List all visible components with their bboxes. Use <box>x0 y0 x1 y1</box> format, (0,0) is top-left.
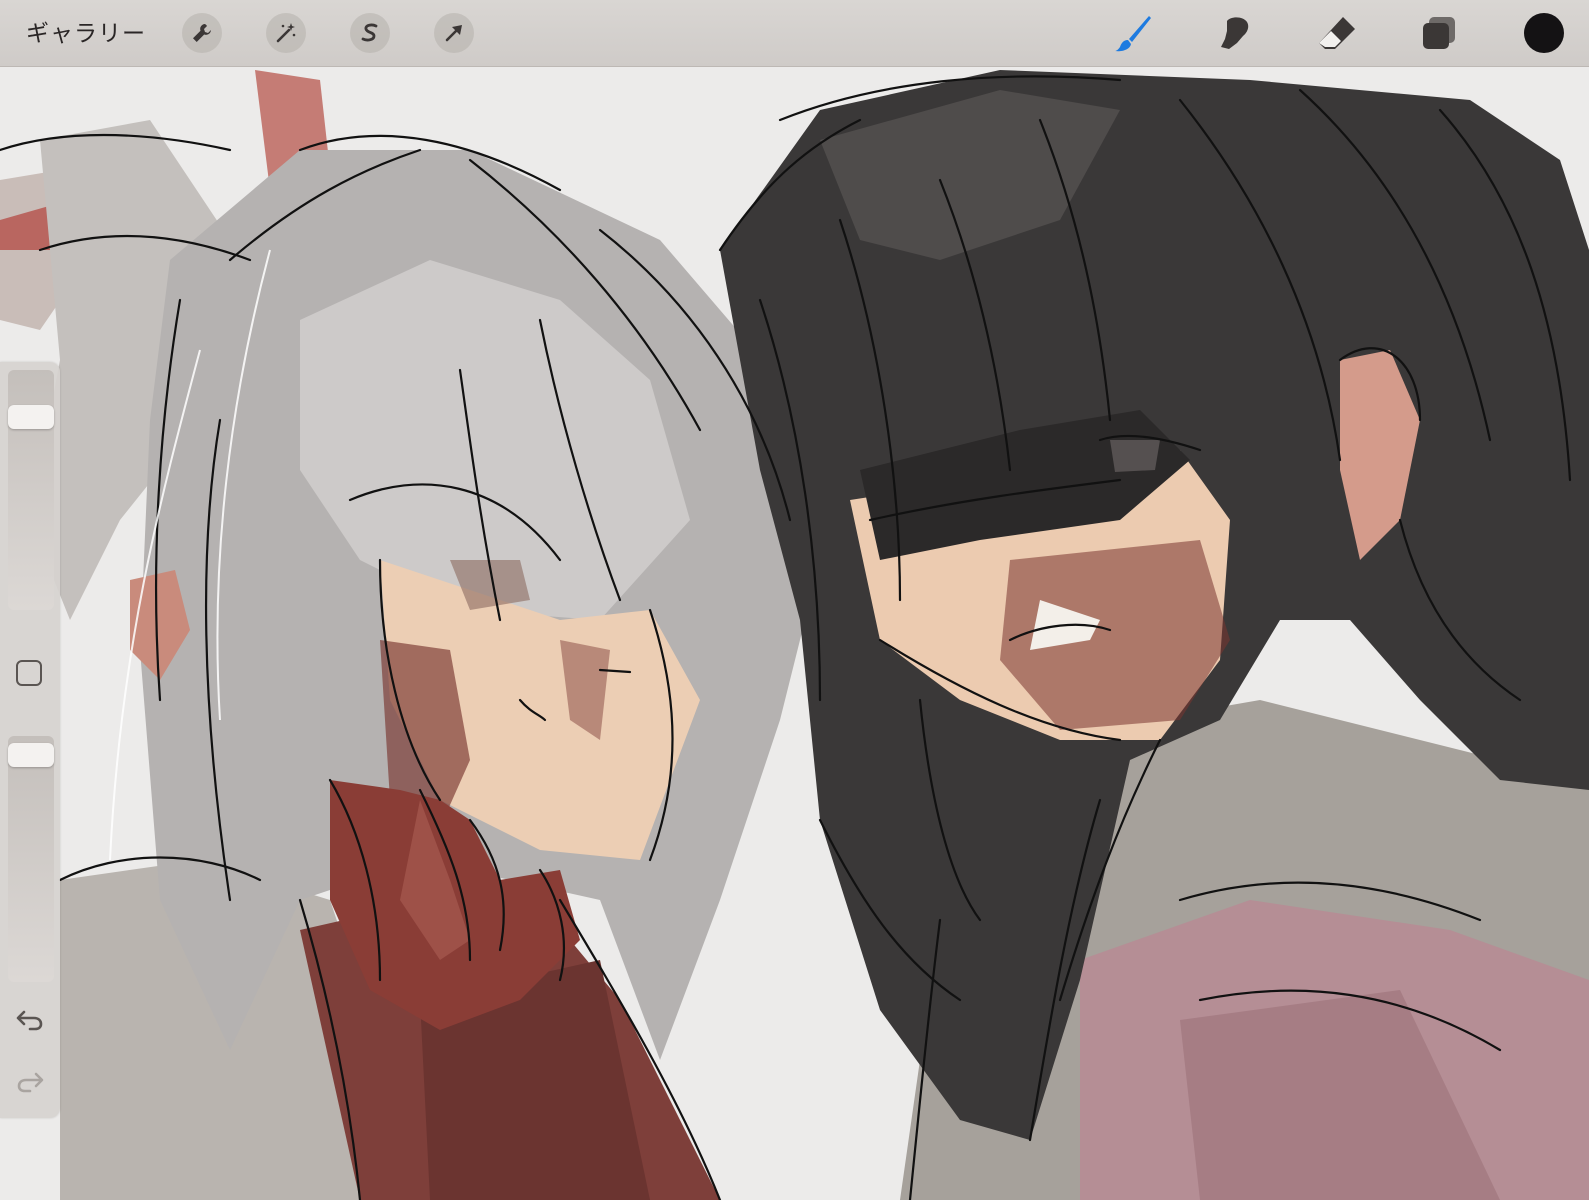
eraser-icon <box>1319 17 1355 49</box>
opacity-slider-thumb[interactable] <box>8 743 54 767</box>
brush-size-slider-thumb[interactable] <box>8 405 54 429</box>
layers-icon <box>1423 17 1455 49</box>
redo-icon[interactable] <box>14 1065 46 1097</box>
brush-icon <box>1115 16 1151 52</box>
artwork <box>0 0 1589 1200</box>
drawing-canvas[interactable] <box>0 0 1589 1200</box>
arrow-cursor-icon <box>445 25 462 42</box>
magic-wand-icon <box>276 23 296 43</box>
smudge-tool-button[interactable] <box>1214 12 1256 54</box>
left-sidebar <box>0 362 60 1118</box>
brush-tool-button[interactable] <box>1112 12 1154 54</box>
adjustments-button[interactable] <box>266 13 306 53</box>
selection-s-icon <box>361 23 378 42</box>
modify-button[interactable] <box>16 660 42 686</box>
smudge-finger-icon <box>1221 17 1249 49</box>
actions-button[interactable] <box>182 13 222 53</box>
opacity-slider[interactable] <box>8 736 54 982</box>
eraser-tool-button[interactable] <box>1316 12 1358 54</box>
color-picker-button[interactable] <box>1524 13 1564 53</box>
transform-button[interactable] <box>434 13 474 53</box>
undo-icon[interactable] <box>14 1003 46 1035</box>
selection-button[interactable] <box>350 13 390 53</box>
wrench-icon <box>193 24 211 42</box>
top-toolbar: ギャラリー <box>0 0 1589 67</box>
gallery-button[interactable]: ギャラリー <box>26 16 146 50</box>
layers-button[interactable] <box>1418 12 1460 54</box>
brush-size-slider[interactable] <box>8 370 54 610</box>
